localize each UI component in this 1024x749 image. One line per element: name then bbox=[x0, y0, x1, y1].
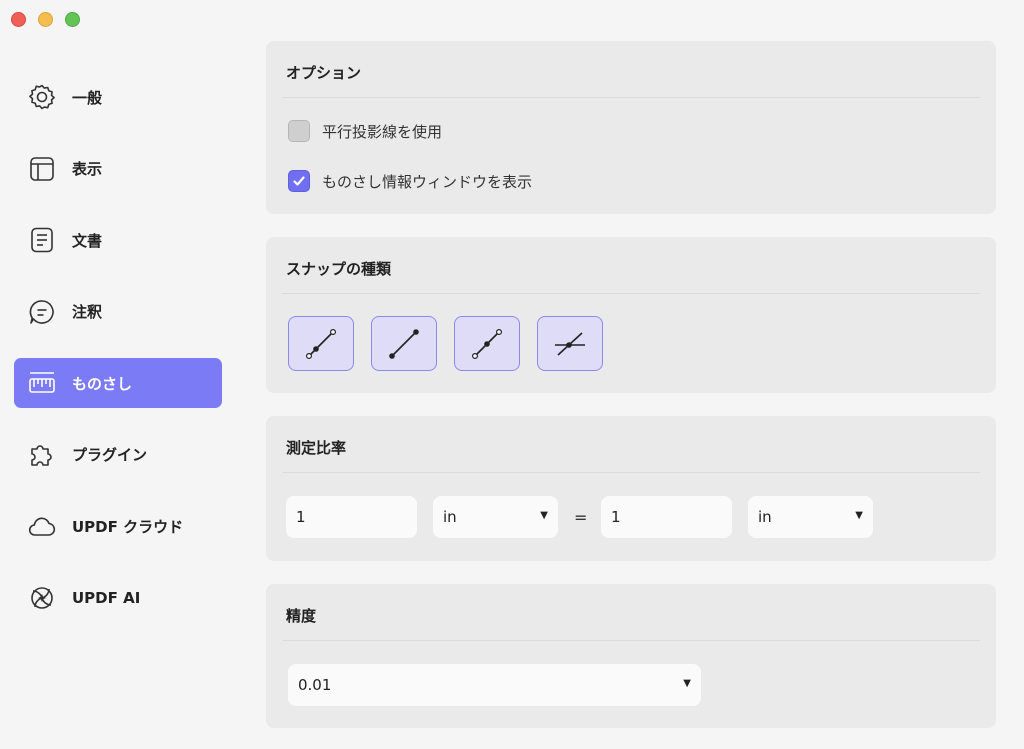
ruler-info-checkbox[interactable] bbox=[288, 170, 310, 192]
snap-to-endpoint-icon bbox=[389, 328, 419, 359]
sidebar-item-label: UPDF AI bbox=[72, 589, 141, 608]
divider bbox=[282, 97, 980, 98]
comment-icon bbox=[26, 296, 58, 328]
sidebar-item-label: 表示 bbox=[72, 160, 103, 179]
snap-to-intersection-icon bbox=[555, 331, 585, 356]
sidebar-item-label: 注釈 bbox=[72, 303, 103, 322]
options-title: オプション bbox=[286, 64, 362, 82]
divider bbox=[282, 293, 980, 294]
parallel-projection-label: 平行投影線を使用 bbox=[322, 122, 443, 141]
sidebar-item-display[interactable]: 表示 bbox=[14, 144, 222, 194]
scale-panel: 測定比率 1 in ▼ = 1 in ▼ bbox=[266, 416, 996, 561]
scale-left-unit: in bbox=[443, 508, 457, 526]
snap-title: スナップの種類 bbox=[286, 260, 392, 278]
sidebar-item-label: UPDF クラウド bbox=[72, 518, 184, 537]
scale-right-unit: in bbox=[758, 508, 772, 526]
window-controls bbox=[11, 12, 80, 27]
sidebar: 一般 表示 文書 注釈 ものさし プラグイン UPDF クラウド UPDF AI bbox=[14, 72, 222, 645]
scale-left-value: 1 bbox=[296, 508, 306, 526]
sidebar-item-document[interactable]: 文書 bbox=[14, 215, 222, 265]
sidebar-item-label: 文書 bbox=[72, 231, 103, 250]
scale-title: 測定比率 bbox=[286, 439, 347, 457]
zoom-window-button[interactable] bbox=[65, 12, 80, 27]
checkmark-icon bbox=[293, 176, 305, 186]
document-icon bbox=[26, 224, 58, 256]
options-panel: オプション 平行投影線を使用 ものさし情報ウィンドウを表示 bbox=[266, 41, 996, 214]
snap-to-path-icon bbox=[305, 328, 337, 359]
parallel-projection-option[interactable]: 平行投影線を使用 bbox=[288, 120, 442, 142]
dropdown-arrow-icon: ▼ bbox=[855, 510, 863, 521]
sidebar-item-ai[interactable]: UPDF AI bbox=[14, 573, 222, 623]
sidebar-item-label: 一般 bbox=[72, 88, 103, 107]
sidebar-item-plugin[interactable]: プラグイン bbox=[14, 430, 222, 480]
sidebar-item-cloud[interactable]: UPDF クラウド bbox=[14, 502, 222, 552]
sidebar-item-ruler[interactable]: ものさし bbox=[14, 358, 222, 409]
precision-value: 0.01 bbox=[298, 676, 332, 694]
dropdown-arrow-icon: ▼ bbox=[683, 678, 691, 689]
snap-to-path-button[interactable] bbox=[288, 316, 354, 371]
scale-left-value-input[interactable]: 1 bbox=[286, 496, 417, 538]
cloud-icon bbox=[26, 511, 58, 543]
dropdown-arrow-icon: ▼ bbox=[540, 510, 548, 521]
sidebar-item-label: プラグイン bbox=[72, 446, 148, 465]
sidebar-item-label: ものさし bbox=[72, 374, 133, 393]
puzzle-icon bbox=[26, 439, 58, 471]
scale-left-unit-select[interactable]: in ▼ bbox=[433, 496, 558, 538]
ruler-info-option[interactable]: ものさし情報ウィンドウを表示 bbox=[288, 170, 532, 192]
gear-icon bbox=[26, 81, 58, 113]
snap-to-intersection-button[interactable] bbox=[537, 316, 603, 371]
precision-select[interactable]: 0.01 ▼ bbox=[288, 664, 701, 706]
snap-to-midpoint-button[interactable] bbox=[454, 316, 520, 371]
sidebar-item-annotation[interactable]: 注釈 bbox=[14, 287, 222, 337]
precision-panel: 精度 0.01 ▼ bbox=[266, 584, 996, 728]
divider bbox=[282, 640, 980, 641]
sidebar-item-general[interactable]: 一般 bbox=[14, 72, 222, 122]
equals-sign: = bbox=[574, 508, 588, 527]
scale-right-unit-select[interactable]: in ▼ bbox=[748, 496, 873, 538]
divider bbox=[282, 472, 980, 473]
close-window-button[interactable] bbox=[11, 12, 26, 27]
snap-panel: スナップの種類 bbox=[266, 237, 996, 393]
precision-title: 精度 bbox=[286, 607, 317, 625]
minimize-window-button[interactable] bbox=[38, 12, 53, 27]
snap-to-endpoint-button[interactable] bbox=[371, 316, 437, 371]
parallel-projection-checkbox[interactable] bbox=[288, 120, 310, 142]
snap-to-midpoint-icon bbox=[471, 328, 503, 359]
ruler-icon bbox=[26, 367, 58, 399]
scale-right-value-input[interactable]: 1 bbox=[601, 496, 732, 538]
ai-icon bbox=[26, 582, 58, 614]
scale-right-value: 1 bbox=[611, 508, 621, 526]
ruler-info-label: ものさし情報ウィンドウを表示 bbox=[322, 172, 533, 191]
layout-icon bbox=[26, 153, 58, 185]
